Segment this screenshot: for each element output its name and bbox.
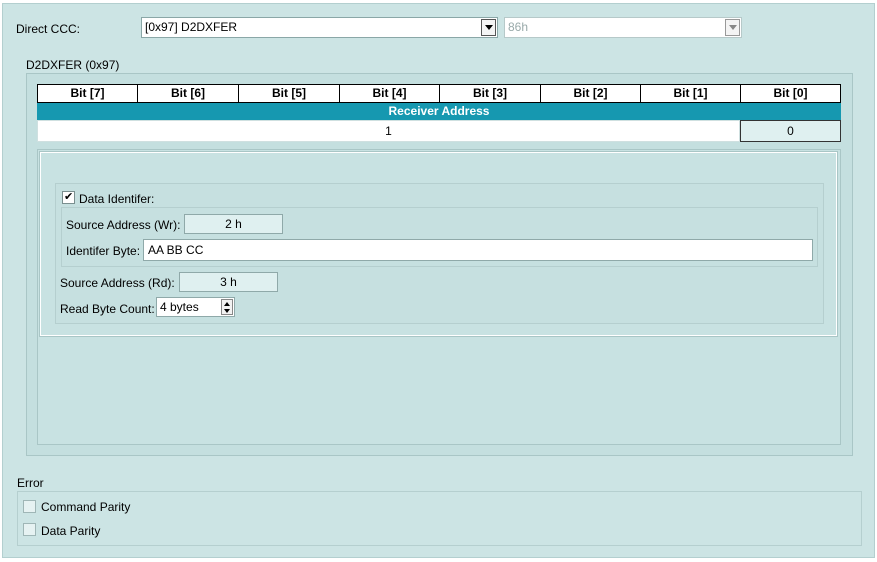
bit-header-0: Bit [0] xyxy=(740,84,841,103)
error-group xyxy=(17,491,862,546)
stepper-arrows-icon[interactable] xyxy=(221,299,233,315)
receiver-address-value[interactable]: 1 xyxy=(37,120,740,142)
data-identifier-checkbox[interactable] xyxy=(62,190,75,204)
receiver-address-field-bar: Receiver Address xyxy=(37,103,841,120)
ccc-editor-window: Direct CCC: [0x97] D2DXFER 86h D2DXFER (… xyxy=(0,0,877,562)
bit0-value[interactable]: 0 xyxy=(740,120,841,142)
bit-header-7: Bit [7] xyxy=(37,84,138,103)
source-address-rd-field[interactable]: 3 h xyxy=(179,272,278,292)
direct-ccc-select[interactable]: [0x97] D2DXFER xyxy=(141,17,498,38)
data-parity-label: Data Parity xyxy=(41,524,101,538)
chevron-down-icon[interactable] xyxy=(481,19,496,36)
direct-ccc-label: Direct CCC: xyxy=(16,22,81,36)
identifier-byte-label: Identifer Byte: xyxy=(66,244,141,258)
chevron-down-icon xyxy=(725,19,740,36)
bit-header-6: Bit [6] xyxy=(137,84,239,103)
read-byte-count-value: 4 bytes xyxy=(160,300,199,314)
data-identifier-label: Data Identifer: xyxy=(79,192,155,206)
bit-header-3: Bit [3] xyxy=(439,84,541,103)
read-byte-count-label: Read Byte Count: xyxy=(60,302,155,316)
command-parity-label: Command Parity xyxy=(41,500,131,514)
ccc-code-value: 86h xyxy=(508,20,529,34)
command-parity-checkbox[interactable] xyxy=(23,500,36,513)
error-group-title: Error xyxy=(17,476,44,490)
bit-header-2: Bit [2] xyxy=(540,84,641,103)
bit-header-1: Bit [1] xyxy=(640,84,741,103)
source-address-wr-field[interactable]: 2 h xyxy=(184,214,283,234)
bit-header-5: Bit [5] xyxy=(238,84,340,103)
direct-ccc-selected-value: [0x97] D2DXFER xyxy=(145,20,238,34)
ccc-code-select: 86h xyxy=(504,17,742,38)
source-address-rd-label: Source Address (Rd): xyxy=(60,276,175,290)
read-byte-count-stepper[interactable]: 4 bytes xyxy=(156,297,235,317)
register-group-title: D2DXFER (0x97) xyxy=(26,58,120,72)
data-parity-checkbox[interactable] xyxy=(23,523,36,536)
bit-header-4: Bit [4] xyxy=(339,84,440,103)
identifier-byte-input[interactable]: AA BB CC xyxy=(143,239,813,261)
source-address-wr-label: Source Address (Wr): xyxy=(66,218,181,232)
bit-field-table: Bit [7] Bit [6] Bit [5] Bit [4] Bit [3] … xyxy=(37,84,841,142)
